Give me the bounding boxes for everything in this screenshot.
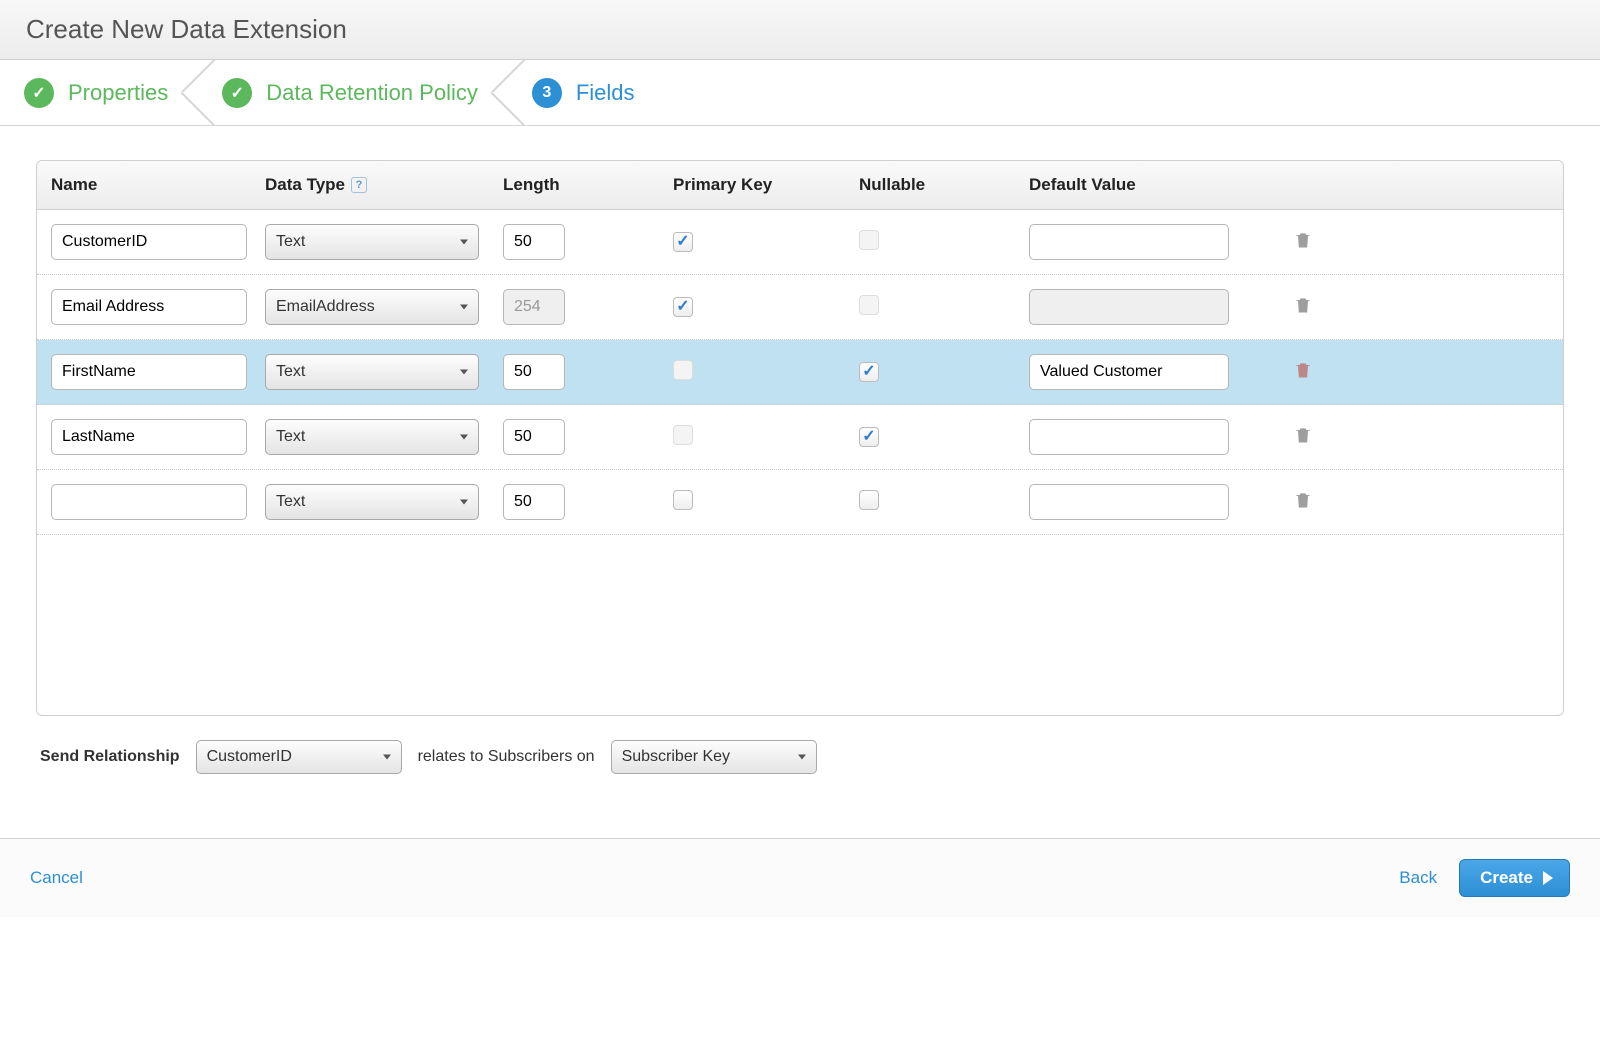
primary-key-checkbox[interactable] (673, 232, 693, 252)
field-type-value: Text (276, 363, 305, 381)
default-value-input (1029, 289, 1229, 325)
default-value-input[interactable] (1029, 224, 1229, 260)
primary-key-checkbox (673, 425, 693, 445)
header-length: Length (503, 175, 673, 195)
nullable-checkbox (859, 295, 879, 315)
field-length-input[interactable] (503, 224, 565, 260)
field-type-value: Text (276, 428, 305, 446)
field-type-select[interactable]: EmailAddress (265, 289, 479, 325)
field-name-input[interactable] (51, 484, 247, 520)
create-button[interactable]: Create (1459, 859, 1570, 897)
send-relationship-label: Send Relationship (40, 748, 180, 766)
delete-row-icon[interactable] (1293, 433, 1313, 450)
fields-grid: Name Data Type ? Length Primary Key Null… (36, 160, 1564, 716)
grid-header-row: Name Data Type ? Length Primary Key Null… (37, 161, 1563, 210)
create-button-label: Create (1480, 868, 1533, 888)
send-relationship-row: Send Relationship CustomerID relates to … (36, 716, 1564, 778)
nullable-checkbox[interactable] (859, 490, 879, 510)
wizard-step-fields[interactable]: 3 Fields (508, 60, 665, 125)
arrow-right-icon (1543, 871, 1553, 885)
step-label: Fields (576, 80, 635, 106)
field-type-select[interactable]: Text (265, 484, 479, 520)
back-button[interactable]: Back (1399, 868, 1437, 888)
field-row: Text (37, 405, 1563, 470)
field-row: Text (37, 210, 1563, 275)
field-name-input[interactable] (51, 419, 247, 455)
modal-footer: Cancel Back Create (0, 838, 1600, 917)
delete-row-icon[interactable] (1293, 498, 1313, 515)
wizard-steps: ✓ Properties ✓ Data Retention Policy 3 F… (0, 60, 1600, 126)
delete-row-icon[interactable] (1293, 303, 1313, 320)
wizard-step-properties[interactable]: ✓ Properties (0, 60, 198, 125)
relationship-field-select[interactable]: CustomerID (196, 740, 402, 774)
field-length-input[interactable] (503, 484, 565, 520)
field-type-value: Text (276, 493, 305, 511)
header-nullable: Nullable (859, 175, 1029, 195)
field-row: EmailAddress (37, 275, 1563, 340)
relationship-middle-text: relates to Subscribers on (418, 748, 595, 766)
help-icon[interactable]: ? (351, 177, 367, 193)
header-data-type-label: Data Type (265, 175, 345, 195)
primary-key-checkbox (673, 360, 693, 380)
grid-spacer (37, 535, 1563, 715)
field-length-input[interactable] (503, 354, 565, 390)
field-type-select[interactable]: Text (265, 354, 479, 390)
delete-row-icon[interactable] (1293, 368, 1313, 385)
step-number-icon: 3 (532, 78, 562, 108)
header-data-type: Data Type ? (265, 175, 503, 195)
delete-row-icon[interactable] (1293, 238, 1313, 255)
modal-title: Create New Data Extension (26, 14, 1574, 45)
field-length-input (503, 289, 565, 325)
default-value-input[interactable] (1029, 419, 1229, 455)
field-type-value: Text (276, 233, 305, 251)
default-value-input[interactable] (1029, 484, 1229, 520)
field-name-input[interactable] (51, 289, 247, 325)
relationship-field-value: CustomerID (207, 748, 292, 766)
check-icon: ✓ (24, 78, 54, 108)
field-row: Text (37, 340, 1563, 405)
field-name-input[interactable] (51, 354, 247, 390)
nullable-checkbox (859, 230, 879, 250)
header-primary-key: Primary Key (673, 175, 859, 195)
primary-key-checkbox[interactable] (673, 297, 693, 317)
step-label: Data Retention Policy (266, 80, 478, 106)
primary-key-checkbox[interactable] (673, 490, 693, 510)
field-row: Text (37, 470, 1563, 535)
check-icon: ✓ (222, 78, 252, 108)
default-value-input[interactable] (1029, 354, 1229, 390)
step-label: Properties (68, 80, 168, 106)
field-type-select[interactable]: Text (265, 419, 479, 455)
relationship-target-value: Subscriber Key (622, 748, 731, 766)
nullable-checkbox[interactable] (859, 362, 879, 382)
cancel-button[interactable]: Cancel (30, 868, 83, 888)
nullable-checkbox[interactable] (859, 427, 879, 447)
field-name-input[interactable] (51, 224, 247, 260)
field-type-select[interactable]: Text (265, 224, 479, 260)
modal-header: Create New Data Extension (0, 0, 1600, 60)
content-area: Name Data Type ? Length Primary Key Null… (0, 126, 1600, 798)
relationship-target-select[interactable]: Subscriber Key (611, 740, 817, 774)
wizard-step-retention[interactable]: ✓ Data Retention Policy (198, 60, 508, 125)
field-type-value: EmailAddress (276, 298, 375, 316)
field-length-input[interactable] (503, 419, 565, 455)
header-name: Name (45, 175, 265, 195)
header-default-value: Default Value (1029, 175, 1281, 195)
